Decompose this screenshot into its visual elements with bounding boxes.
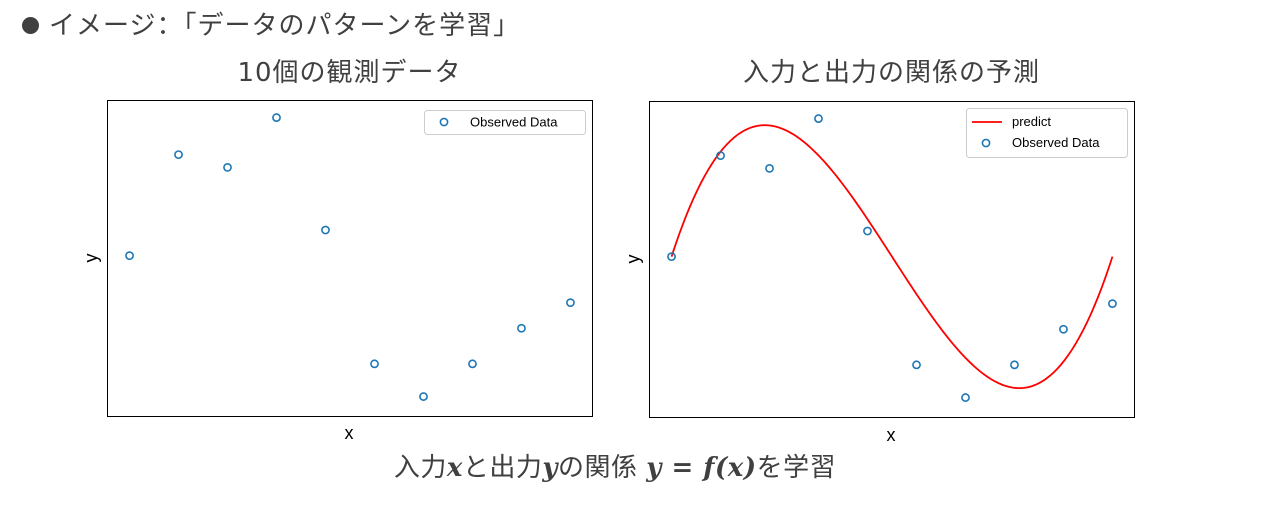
right-legend: predict Observed Data: [966, 108, 1128, 158]
left-legend: Observed Data: [424, 110, 586, 135]
caption-text-3: の関係: [558, 453, 647, 483]
legend-observed-label: Observed Data: [470, 115, 558, 130]
slide-caption: 入力xと出力yの関係 y = f(x)を学習: [0, 449, 1230, 487]
caption-text-2: と出力: [462, 453, 543, 483]
left-y-axis-label: y: [81, 254, 101, 263]
right-y-axis-label: y: [623, 255, 643, 264]
left-axes-frame: [107, 100, 593, 417]
legend-observed-label: Observed Data: [1012, 135, 1100, 150]
observed-data-chart: Observed Data x y: [81, 100, 593, 443]
legend-predict-label: predict: [1012, 114, 1051, 129]
prediction-chart: predict Observed Data x y: [623, 101, 1135, 445]
left-x-axis-label: x: [345, 423, 354, 443]
caption-math-x: x: [446, 453, 463, 483]
right-x-axis-label: x: [887, 425, 896, 445]
caption-formula: y = f(x): [646, 453, 757, 483]
charts-canvas: Observed Data x y predict Observed Data …: [81, 100, 1135, 445]
caption-text-4: を学習: [756, 453, 837, 483]
caption-math-y: y: [542, 453, 559, 483]
caption-text-1: 入力: [393, 453, 447, 483]
